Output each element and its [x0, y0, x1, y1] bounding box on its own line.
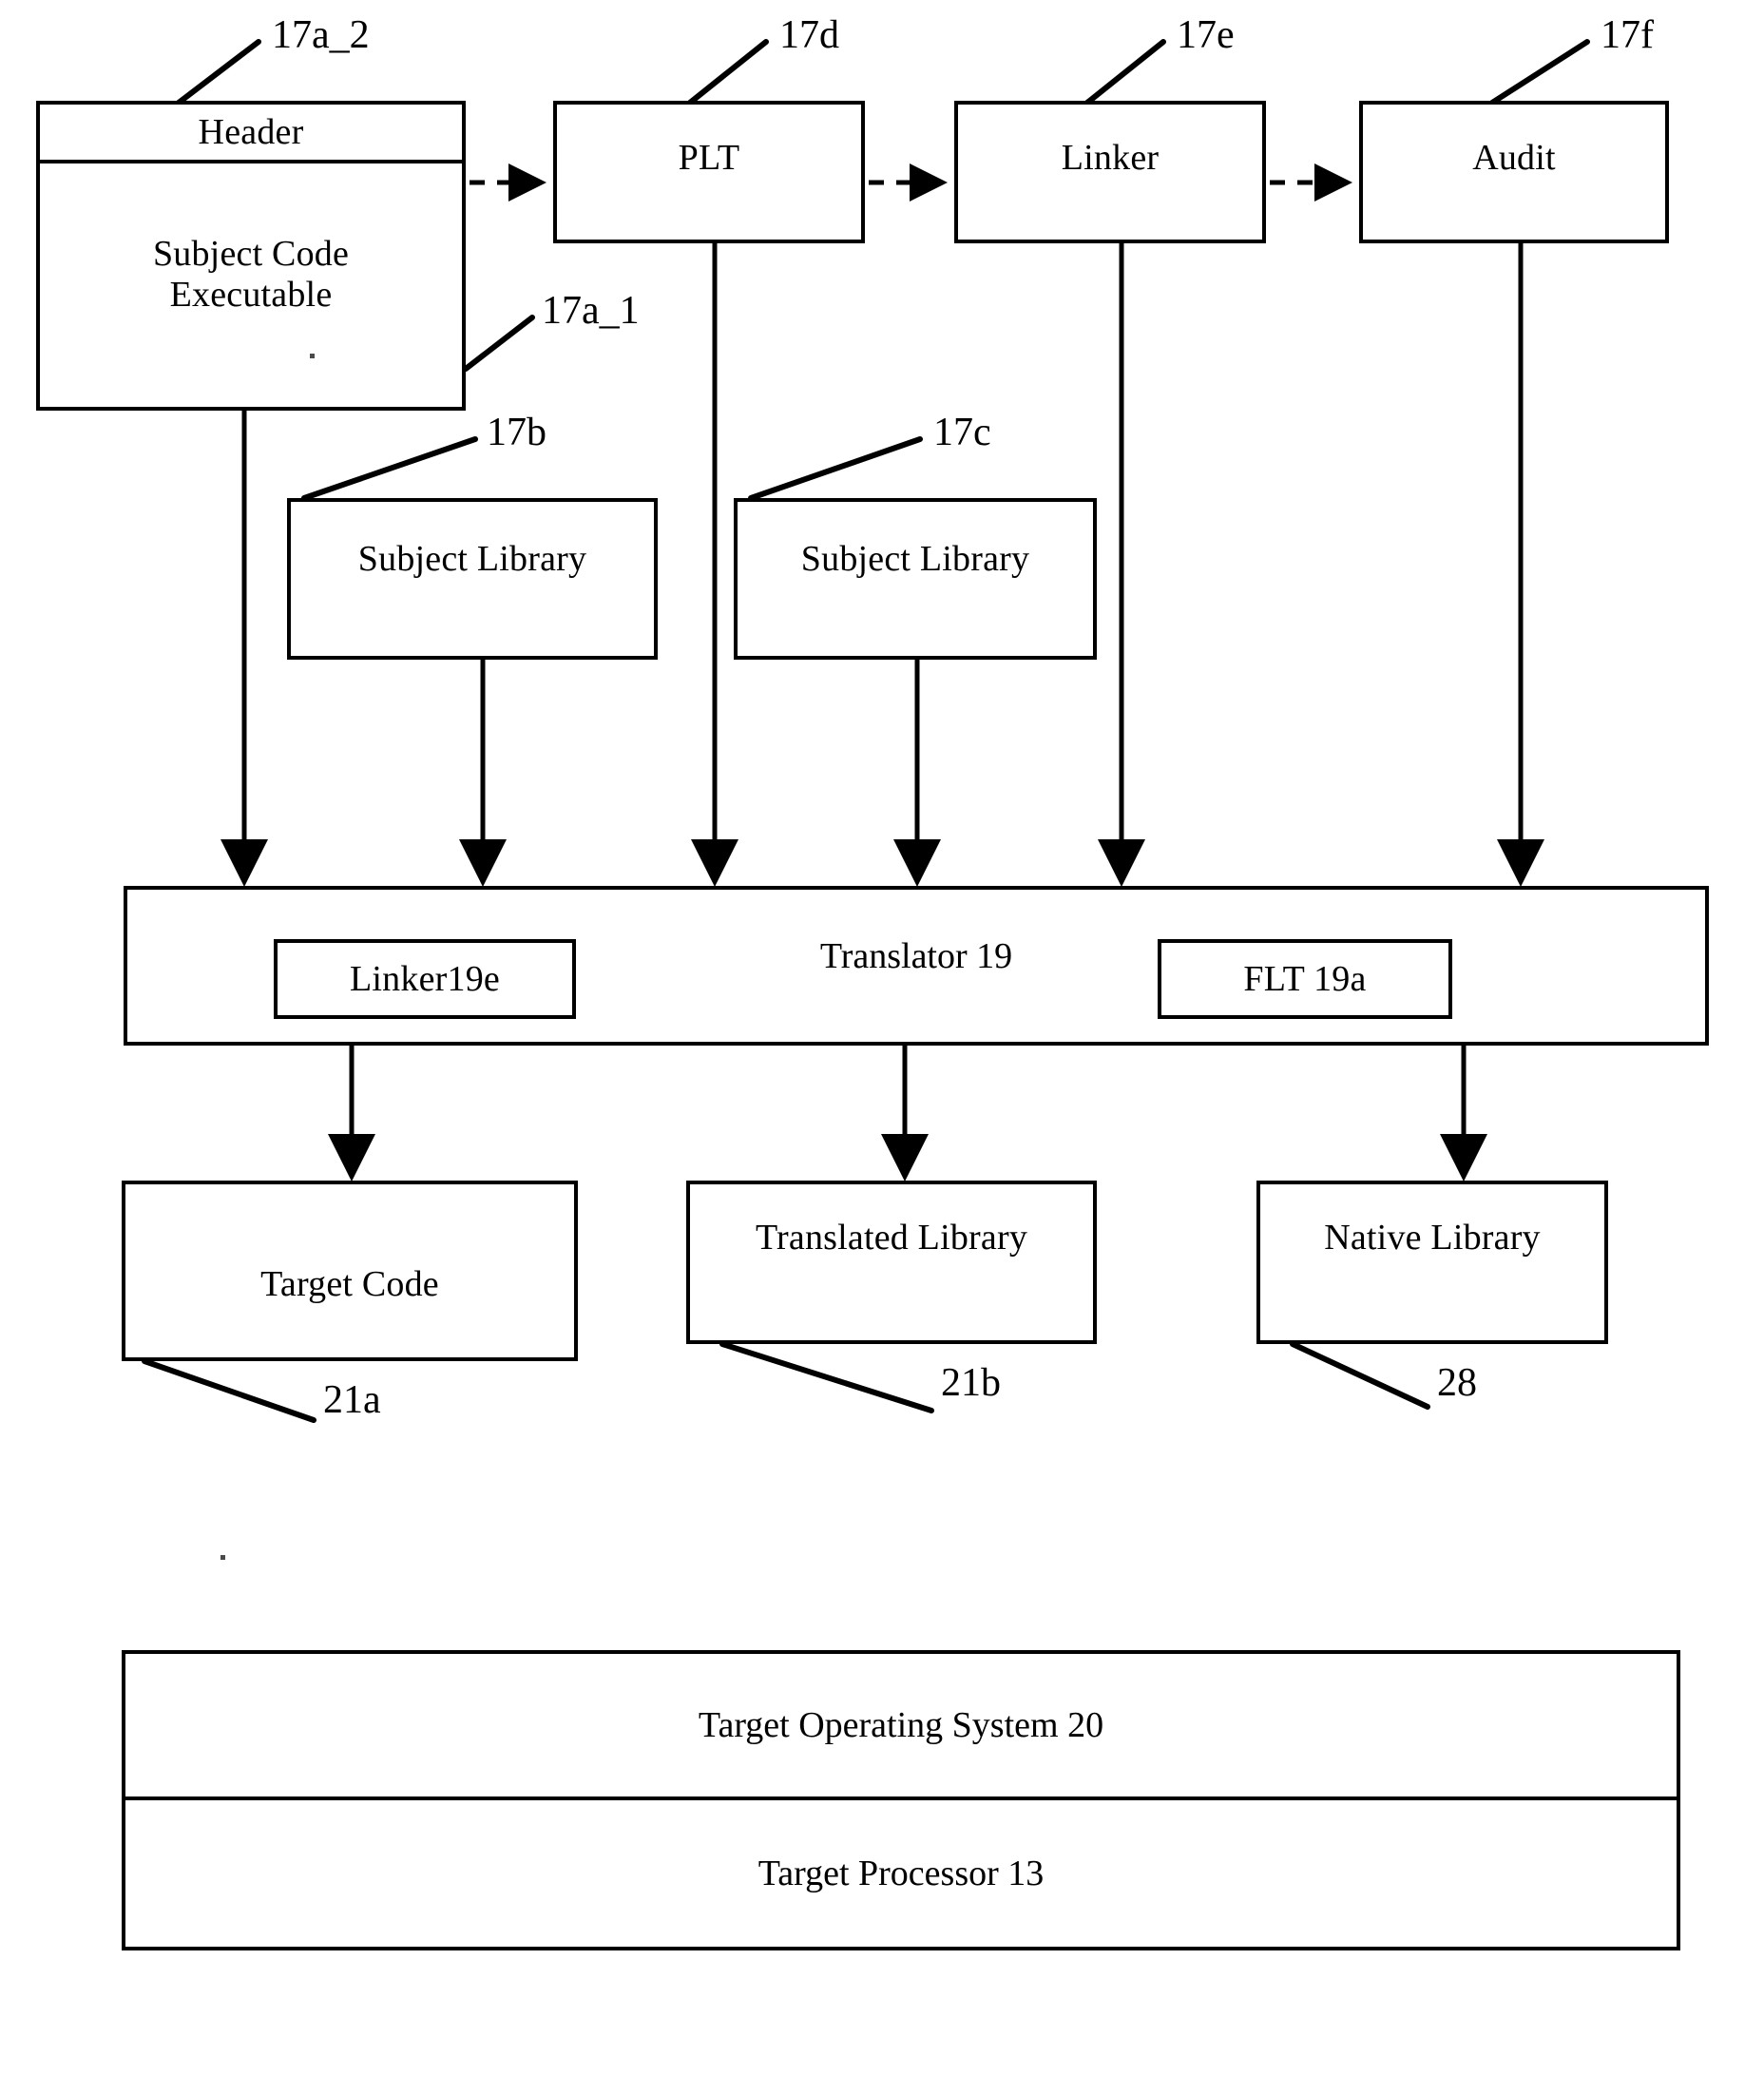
reference-numeral-21b: 21b [941, 1361, 1001, 1405]
native-library-box: Native Library [1256, 1181, 1608, 1344]
reference-numeral-17f: 17f [1601, 13, 1654, 57]
linker-label: Linker [1061, 137, 1160, 178]
scan-artifact-dot [310, 354, 315, 358]
reference-numeral-17a_2: 17a_2 [272, 13, 370, 57]
plt-label: PLT [678, 137, 740, 178]
reference-numeral-21a: 21a [323, 1378, 381, 1422]
reference-numeral-17a_1: 17a_1 [542, 289, 640, 333]
flt19a-box: FLT 19a [1158, 939, 1452, 1019]
audit-label: Audit [1472, 137, 1556, 178]
audit-box: Audit [1359, 101, 1669, 243]
target-processor-row: Target Processor 13 [125, 1800, 1677, 1947]
subject-library-c-box: Subject Library [734, 498, 1097, 660]
reference-numeral-17c: 17c [933, 411, 991, 454]
flt19a-label: FLT 19a [1243, 958, 1367, 999]
subject-code-line-2: Executable [169, 275, 333, 315]
target-operating-system-row: Target Operating System 20 [125, 1654, 1677, 1800]
reference-numeral-17e: 17e [1177, 13, 1235, 57]
reference-numeral-17b: 17b [487, 411, 546, 454]
target-code-box: Target Code [122, 1181, 578, 1361]
translator-output-arrows [328, 1046, 1487, 1182]
subject-library-b-box: Subject Library [287, 498, 658, 660]
subject-code-line-1: Subject Code [152, 234, 350, 275]
subject-code-executable-section: Subject Code Executable [40, 163, 462, 407]
reference-numeral-17d: 17d [779, 13, 839, 57]
header-section: Header [40, 105, 462, 163]
subject-library-b-label: Subject Library [357, 538, 587, 579]
target-code-label: Target Code [260, 1263, 439, 1304]
figure-canvas: Header Subject Code Executable PLT Linke… [0, 0, 1764, 2075]
translated-library-label: Translated Library [755, 1217, 1028, 1258]
linker19e-box: Linker19e [274, 939, 576, 1019]
header-label: Header [198, 111, 304, 152]
target-operating-system-label: Target Operating System 20 [698, 1705, 1104, 1745]
scan-artifact-dot-lower [220, 1555, 225, 1560]
reference-numeral-28: 28 [1437, 1361, 1477, 1405]
translated-library-box: Translated Library [686, 1181, 1097, 1344]
linker-box: Linker [954, 101, 1266, 243]
platform-stack: Target Operating System 20 Target Proces… [122, 1650, 1680, 1950]
subject-library-c-label: Subject Library [800, 538, 1030, 579]
native-library-label: Native Library [1324, 1217, 1541, 1258]
linker19e-label: Linker19e [350, 958, 500, 999]
plt-box: PLT [553, 101, 865, 243]
subject-code-executable-label: Subject Code Executable [153, 234, 349, 315]
target-processor-label: Target Processor 13 [757, 1854, 1045, 1893]
subject-code-executable-box: Header Subject Code Executable [36, 101, 466, 411]
